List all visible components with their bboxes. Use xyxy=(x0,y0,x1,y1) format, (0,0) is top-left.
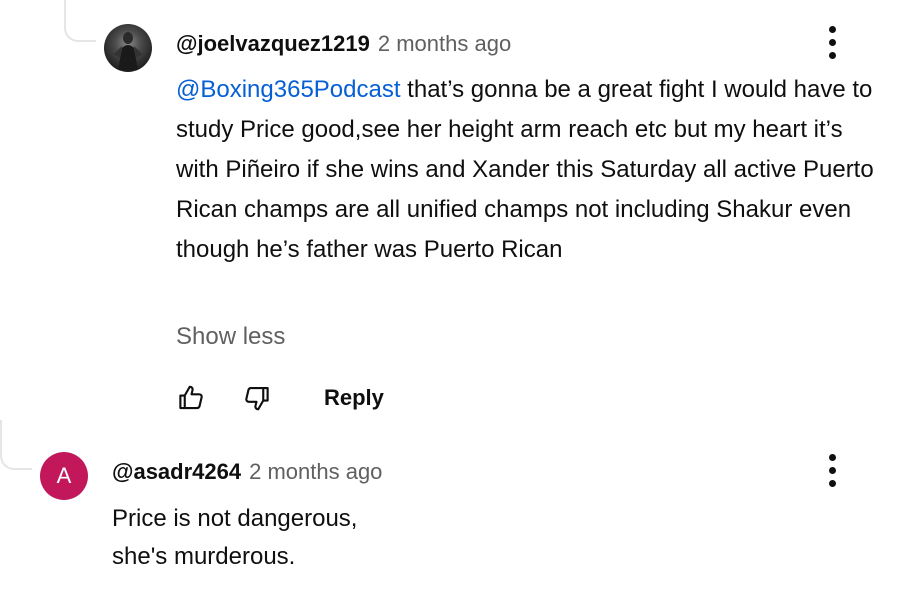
like-button[interactable] xyxy=(170,377,212,419)
show-less-button[interactable]: Show less xyxy=(176,320,285,354)
more-vert-icon[interactable] xyxy=(820,450,844,490)
thread-connector xyxy=(0,420,32,470)
avatar[interactable]: A xyxy=(40,452,88,500)
comments-section: @joelvazquez1219 2 months ago @Boxing365P… xyxy=(0,0,910,592)
author-handle[interactable]: @joelvazquez1219 xyxy=(176,31,370,56)
comment-actions: Reply xyxy=(170,376,384,420)
thread-connector xyxy=(64,0,96,42)
kebab-dot xyxy=(828,479,836,487)
avatar[interactable] xyxy=(104,24,152,72)
dislike-button[interactable] xyxy=(236,377,278,419)
thumbs-up-icon xyxy=(179,385,203,410)
kebab-dot xyxy=(828,466,836,474)
thumbs-down-icon xyxy=(245,386,269,411)
comment-body: @Boxing365Podcast that’s gonna be a grea… xyxy=(176,70,886,270)
comment-header: @asadr4264 2 months ago xyxy=(112,458,382,486)
profile-photo-icon xyxy=(114,32,142,70)
comment-timestamp[interactable]: 2 months ago xyxy=(378,31,511,56)
comment-line: Price is not dangerous, xyxy=(112,505,358,532)
kebab-dot xyxy=(828,51,836,59)
kebab-dot xyxy=(828,38,836,46)
author-handle[interactable]: @asadr4264 xyxy=(112,459,241,484)
comment-body: Price is not dangerous, she's murderous. xyxy=(112,500,612,576)
comment-text: that’s gonna be a great fight I would ha… xyxy=(176,76,874,263)
comment-header: @joelvazquez1219 2 months ago xyxy=(176,30,511,58)
comment-timestamp[interactable]: 2 months ago xyxy=(249,459,382,484)
kebab-dot xyxy=(828,25,836,33)
kebab-dot xyxy=(828,453,836,461)
more-vert-icon[interactable] xyxy=(820,22,844,62)
comment-line: she's murderous. xyxy=(112,543,296,570)
reply-button[interactable]: Reply xyxy=(324,385,384,411)
mention-link[interactable]: @Boxing365Podcast xyxy=(176,76,401,103)
